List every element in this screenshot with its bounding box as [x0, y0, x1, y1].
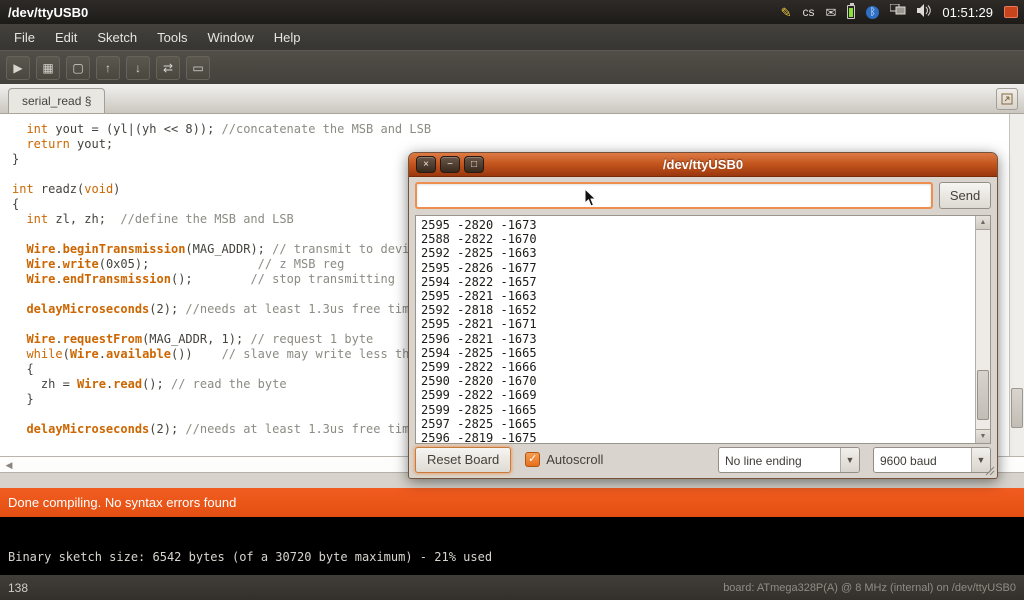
open-sketch-icon: ↑: [105, 61, 111, 75]
serial-line: 2599 -2822 -1666: [421, 360, 985, 374]
console-output: Binary sketch size: 6542 bytes (of a 307…: [0, 517, 1024, 575]
tab-menu-icon: [1001, 93, 1013, 105]
serial-monitor-controls: Reset Board Autoscroll No line ending ▼ …: [415, 446, 991, 473]
reset-board-button[interactable]: Reset Board: [415, 447, 511, 473]
menu-file[interactable]: File: [4, 26, 45, 49]
status-footer: 138 board: ATmega328P(A) @ 8 MHz (intern…: [0, 575, 1024, 600]
bluetooth-icon[interactable]: ᛒ: [866, 6, 879, 19]
scroll-up-arrow-icon[interactable]: ▲: [976, 216, 990, 230]
upload-icon: ⇄: [163, 61, 173, 75]
serial-line: 2599 -2825 -1665: [421, 403, 985, 417]
top-panel: /dev/ttyUSB0 ✎ cs ✉ ᛒ 01:51:29: [0, 0, 1024, 24]
serial-monitor-window: × − □ /dev/ttyUSB0 Send 2595 -2820 -1673…: [408, 152, 998, 479]
menu-sketch[interactable]: Sketch: [87, 26, 147, 49]
stop-icon: ▦: [42, 61, 53, 75]
desktop: /dev/ttyUSB0 ✎ cs ✉ ᛒ 01:51:29 FileEditS…: [0, 0, 1024, 600]
autoscroll-label: Autoscroll: [546, 452, 603, 467]
close-button[interactable]: ×: [416, 156, 436, 173]
system-tray: ✎ cs ✉ ᛒ 01:51:29: [781, 4, 1018, 20]
serial-line: 2588 -2822 -1670: [421, 232, 985, 246]
console-text: Binary sketch size: 6542 bytes (of a 307…: [8, 550, 492, 564]
window-controls: × − □: [416, 156, 484, 173]
chevron-down-icon[interactable]: ▼: [840, 448, 859, 472]
scroll-left-arrow-icon[interactable]: ◀: [2, 459, 16, 471]
mail-icon[interactable]: ✉: [825, 6, 836, 19]
mouse-cursor: [584, 188, 598, 208]
compile-status-bar: Done compiling. No syntax errors found: [0, 488, 1024, 517]
autoscroll-checkbox[interactable]: [525, 452, 540, 467]
compile-status-message: Done compiling. No syntax errors found: [8, 495, 236, 510]
verify-button[interactable]: ▶: [6, 56, 30, 80]
save-sketch-button[interactable]: ↓: [126, 56, 150, 80]
verify-icon: ▶: [13, 61, 22, 75]
serial-scrollbar-thumb[interactable]: [977, 370, 989, 420]
menu-window[interactable]: Window: [197, 26, 263, 49]
keyboard-layout-indicator[interactable]: cs: [802, 5, 814, 19]
cursor-line-number: 138: [8, 581, 28, 595]
open-sketch-button[interactable]: ↑: [96, 56, 120, 80]
tab-serial-read[interactable]: serial_read §: [8, 88, 105, 113]
serial-line: 2590 -2820 -1670: [421, 374, 985, 388]
serial-monitor-title: /dev/ttyUSB0: [663, 157, 743, 172]
menu-bar-items: FileEditSketchToolsWindowHelp: [0, 24, 1024, 50]
notes-icon[interactable]: ✎: [781, 6, 792, 19]
menu-help[interactable]: Help: [264, 26, 311, 49]
clock[interactable]: 01:51:29: [942, 5, 993, 20]
menu-tools[interactable]: Tools: [147, 26, 197, 49]
serial-line: 2595 -2821 -1663: [421, 289, 985, 303]
board-info: board: ATmega328P(A) @ 8 MHz (internal) …: [723, 582, 1016, 594]
minimize-button[interactable]: −: [440, 156, 460, 173]
code-line: return yout;: [12, 137, 1024, 152]
serial-line: 2594 -2825 -1665: [421, 346, 985, 360]
serial-output-area[interactable]: 2595 -2820 -16732588 -2822 -16702592 -28…: [415, 215, 991, 444]
menu-edit[interactable]: Edit: [45, 26, 87, 49]
save-sketch-icon: ↓: [135, 61, 141, 75]
serial-output-lines: 2595 -2820 -16732588 -2822 -16702592 -28…: [416, 216, 990, 444]
resize-grip[interactable]: [985, 466, 995, 476]
window-title: /dev/ttyUSB0: [8, 5, 88, 20]
line-ending-value: No line ending: [719, 448, 840, 472]
serial-line: 2594 -2822 -1657: [421, 275, 985, 289]
serial-line: 2592 -2818 -1652: [421, 303, 985, 317]
new-sketch-icon: ▢: [72, 61, 83, 75]
serial-line: 2595 -2826 -1677: [421, 261, 985, 275]
serial-line: 2595 -2821 -1671: [421, 317, 985, 331]
editor-scrollbar-thumb[interactable]: [1011, 388, 1023, 428]
baud-rate-dropdown[interactable]: 9600 baud ▼: [873, 447, 991, 473]
serial-line: 2596 -2821 -1673: [421, 332, 985, 346]
serial-monitor-titlebar[interactable]: × − □ /dev/ttyUSB0: [409, 153, 997, 177]
network-icon[interactable]: [890, 4, 906, 20]
volume-icon[interactable]: [917, 4, 931, 20]
code-line: int yout = (yl|(yh << 8)); //concatenate…: [12, 122, 1024, 137]
serial-monitor-icon: ▭: [192, 61, 203, 75]
serial-scrollbar[interactable]: ▲ ▼: [975, 216, 990, 443]
serial-monitor-button[interactable]: ▭: [186, 56, 210, 80]
battery-icon[interactable]: [847, 5, 855, 19]
scroll-down-arrow-icon[interactable]: ▼: [976, 429, 990, 443]
serial-line: 2595 -2820 -1673: [421, 218, 985, 232]
serial-line: 2592 -2825 -1663: [421, 246, 985, 260]
tab-bar: serial_read §: [0, 84, 1024, 114]
send-button[interactable]: Send: [939, 182, 991, 209]
line-ending-dropdown[interactable]: No line ending ▼: [718, 447, 860, 473]
serial-send-input[interactable]: [415, 182, 933, 209]
tab-menu-button[interactable]: [996, 88, 1018, 110]
session-menu-icon[interactable]: [1004, 6, 1018, 18]
upload-button[interactable]: ⇄: [156, 56, 180, 80]
toolbar-buttons: ▶ ▦ ▢ ↑ ↓ ⇄ ▭: [0, 50, 1024, 84]
serial-line: 2599 -2822 -1669: [421, 388, 985, 402]
stop-button[interactable]: ▦: [36, 56, 60, 80]
maximize-button[interactable]: □: [464, 156, 484, 173]
serial-line: 2597 -2825 -1665: [421, 417, 985, 431]
serial-line: 2596 -2819 -1675: [421, 431, 985, 444]
editor-vertical-scrollbar[interactable]: [1009, 114, 1024, 456]
baud-rate-value: 9600 baud: [874, 448, 971, 472]
new-sketch-button[interactable]: ▢: [66, 56, 90, 80]
